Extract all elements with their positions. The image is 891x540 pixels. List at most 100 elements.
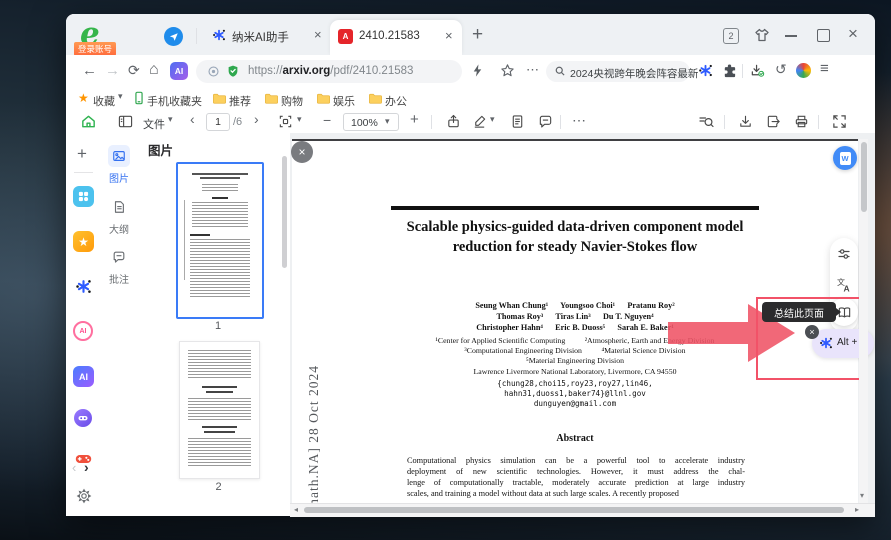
fit-caret-icon[interactable]: ▾ — [297, 115, 302, 124]
back-button[interactable]: ← — [82, 63, 97, 78]
fit-page-icon[interactable] — [278, 114, 293, 129]
panel-tab-outline[interactable]: 大纲 — [106, 196, 132, 232]
favorites-star-icon[interactable]: ★ — [78, 91, 89, 105]
panel-tab-column — [100, 133, 138, 516]
scroll-left-arrow-icon[interactable]: ◂ — [294, 506, 298, 514]
scroll-down-arrow-icon[interactable]: ▾ — [860, 492, 864, 500]
panel-tab-annotations[interactable]: 批注 — [106, 246, 132, 282]
login-account-badge[interactable]: 登录账号 — [74, 42, 116, 56]
reader-mode-icon[interactable] — [206, 64, 220, 78]
next-page-icon[interactable]: › — [254, 112, 259, 126]
reload-button[interactable]: ⟳ — [128, 63, 140, 77]
highlight-caret-icon[interactable]: ▾ — [490, 115, 495, 124]
vertical-scrollbar-thumb[interactable] — [861, 142, 867, 212]
safety-badge-icon[interactable] — [164, 27, 183, 46]
page-number-input[interactable]: 1 — [206, 113, 230, 131]
tab-count-badge[interactable]: 2 — [723, 28, 739, 44]
sidebar-toggle-icon[interactable] — [118, 114, 133, 129]
abstract-line: scales, and training a model without dat… — [407, 488, 745, 499]
quick-action-icon[interactable] — [470, 63, 485, 78]
notes-doc-icon[interactable] — [510, 114, 525, 129]
favorites-label[interactable]: 收藏 — [93, 93, 115, 109]
toolbar-more-icon[interactable]: ⋯ — [572, 113, 586, 127]
file-menu-caret-icon[interactable]: ▾ — [168, 115, 173, 124]
phone-bookmarks-icon[interactable] — [132, 91, 146, 105]
favorites-caret-icon[interactable]: ▾ — [118, 92, 123, 101]
panel-tab-images[interactable]: 图片 — [106, 145, 132, 181]
downloads-icon[interactable] — [750, 63, 765, 78]
folder-icon[interactable] — [368, 91, 383, 106]
rail-robot-icon[interactable] — [74, 409, 92, 427]
thumbnail-page-1[interactable] — [176, 162, 264, 319]
bookmark-item[interactable]: 办公 — [385, 93, 407, 109]
apps-wheel-icon[interactable] — [796, 63, 811, 78]
panel-tab-label: 大纲 — [109, 221, 129, 236]
thumbnail-scrollbar[interactable] — [282, 156, 287, 268]
bookmark-item[interactable]: 手机收藏夹 — [147, 93, 202, 109]
images-panel-icon — [108, 145, 130, 167]
search-box[interactable]: 2024央视跨年晚会阵容最新 — [546, 61, 690, 82]
download-pdf-icon[interactable] — [738, 114, 753, 129]
nano-ai-toolbar-icon[interactable] — [698, 63, 713, 78]
main-menu-icon[interactable]: ≡ — [820, 61, 829, 76]
file-menu[interactable]: 文件 — [143, 116, 165, 132]
url-more-icon[interactable]: ⋯ — [526, 63, 539, 76]
rail-ai-square-icon[interactable]: AI — [73, 366, 94, 387]
close-tab-icon[interactable]: × — [314, 28, 322, 41]
maximize-button[interactable] — [817, 29, 830, 42]
print-icon[interactable] — [794, 114, 809, 129]
extensions-puzzle-icon[interactable] — [722, 63, 737, 78]
abstract-line: deployment of new scientific technologie… — [407, 466, 745, 477]
recently-closed-icon[interactable]: ↺ — [775, 62, 787, 76]
share-icon[interactable] — [446, 114, 461, 129]
search-text: 2024央视跨年晚会阵容最新 — [570, 66, 698, 81]
scroll-right-arrow-icon[interactable]: ▸ — [855, 506, 859, 514]
thumbnail-page-2[interactable] — [179, 341, 260, 479]
close-tab-icon[interactable]: × — [445, 29, 453, 42]
highlight-pen-icon[interactable] — [472, 114, 487, 129]
forward-button[interactable]: → — [105, 63, 120, 78]
settings-gear-icon[interactable] — [76, 488, 92, 504]
pdf-home-icon[interactable] — [80, 113, 97, 130]
save-as-icon[interactable] — [766, 114, 781, 129]
tab-nano-ai[interactable]: 纳米AI助手 × — [204, 21, 328, 52]
minimize-button[interactable] — [785, 35, 797, 37]
zoom-out-icon[interactable]: − — [323, 113, 331, 127]
close-preview-button[interactable]: × — [291, 141, 313, 163]
search-in-document-icon[interactable] — [698, 114, 714, 130]
home-button[interactable]: ⌂ — [149, 62, 159, 78]
fullscreen-icon[interactable] — [832, 114, 847, 129]
rail-app-icon-1[interactable] — [73, 186, 94, 207]
bookmark-star-icon[interactable] — [500, 63, 515, 78]
dismiss-shortcut-icon[interactable]: × — [805, 325, 819, 339]
translate-icon[interactable]: 文A — [836, 277, 852, 293]
rail-collapse-left-icon[interactable]: ‹ — [72, 461, 76, 474]
panel-tab-label: 批注 — [109, 271, 129, 286]
tab-pdf[interactable]: A 2410.21583 × — [330, 20, 462, 55]
zoom-level-select[interactable]: 100% ▾ — [343, 113, 399, 131]
convert-to-word-button[interactable]: W — [833, 146, 857, 170]
rail-add-button[interactable]: + — [77, 145, 87, 162]
rail-ai-circle-icon[interactable]: AI — [73, 321, 93, 341]
bookmark-item[interactable]: 购物 — [281, 93, 303, 109]
rail-favorites-star-icon[interactable]: ★ — [73, 231, 94, 252]
folder-icon[interactable] — [212, 91, 227, 106]
close-window-button[interactable]: × — [848, 25, 858, 42]
folder-icon[interactable] — [264, 91, 279, 106]
ai-assistant-icon[interactable]: AI — [170, 62, 188, 80]
theme-skin-icon[interactable] — [754, 27, 770, 43]
zoom-level-value: 100% — [351, 117, 378, 129]
comment-icon[interactable] — [538, 114, 553, 129]
horizontal-scrollbar-thumb[interactable] — [304, 507, 844, 513]
new-tab-button[interactable]: + — [472, 25, 483, 44]
rail-expand-right-icon[interactable]: › — [84, 460, 89, 474]
display-settings-icon[interactable] — [836, 246, 852, 262]
bookmark-item[interactable]: 推荐 — [229, 93, 251, 109]
bookmark-item[interactable]: 娱乐 — [333, 93, 355, 109]
prev-page-icon[interactable]: ‹ — [190, 112, 195, 126]
rail-nano-ai-icon[interactable] — [73, 276, 94, 297]
folder-icon[interactable] — [316, 91, 331, 106]
zoom-in-icon[interactable]: + — [410, 112, 419, 127]
url-field[interactable]: https://arxiv.org/pdf/2410.21583 — [196, 60, 462, 83]
security-shield-icon[interactable] — [226, 64, 240, 78]
